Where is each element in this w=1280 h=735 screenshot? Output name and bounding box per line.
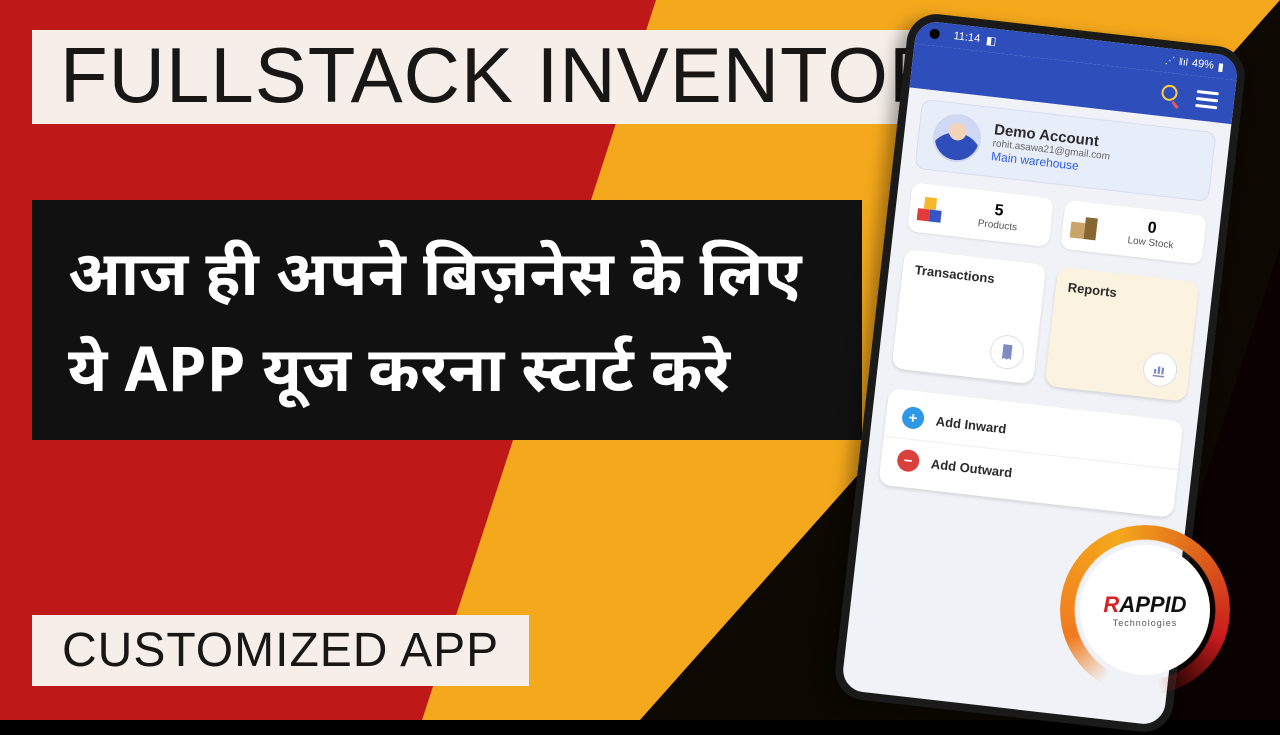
chart-icon (1141, 351, 1179, 389)
logo-ring (1060, 525, 1230, 695)
action-card: + Add Inward − Add Outward (878, 388, 1183, 518)
battery-icon: ▮ (1217, 60, 1224, 74)
add-outward-label: Add Outward (930, 456, 1013, 480)
hamburger-menu-icon[interactable] (1195, 89, 1219, 108)
lowstock-count: 0 (1147, 219, 1158, 238)
minus-icon: − (896, 448, 920, 472)
receipt-icon (988, 333, 1026, 371)
camera-punch-hole (929, 28, 940, 39)
search-icon[interactable] (1159, 83, 1183, 107)
lowstock-label: Low Stock (1127, 235, 1174, 251)
products-count: 5 (994, 202, 1005, 221)
plus-icon: + (901, 406, 925, 430)
add-inward-label: Add Inward (935, 413, 1007, 436)
battery-percent: 49% (1191, 57, 1214, 71)
rappid-logo: RAPPID Technologies (1060, 525, 1230, 695)
status-notif-icon: ◧ (985, 33, 997, 47)
boxes-icon (1069, 211, 1100, 242)
transactions-label: Transactions (914, 262, 1033, 290)
stat-lowstock[interactable]: 0 Low Stock (1060, 200, 1207, 265)
reports-label: Reports (1067, 280, 1186, 308)
card-transactions[interactable]: Transactions (892, 249, 1047, 384)
stat-products[interactable]: 5 Products (907, 182, 1054, 247)
subtitle-hindi: आज ही अपने बिज़नेस के लिए ये APP यूज करन… (32, 200, 862, 440)
signal-icon: ‖ıl (1178, 56, 1188, 68)
avatar (930, 112, 983, 165)
wifi-icon: ⋰ (1164, 55, 1175, 67)
card-reports[interactable]: Reports (1045, 266, 1200, 401)
title-box: FULLSTACK INVENTORY (32, 30, 1026, 124)
products-label: Products (977, 218, 1017, 233)
cubes-icon (916, 194, 947, 225)
status-time: 11:14 (953, 30, 981, 45)
customized-app-box: CUSTOMIZED APP (32, 615, 529, 686)
